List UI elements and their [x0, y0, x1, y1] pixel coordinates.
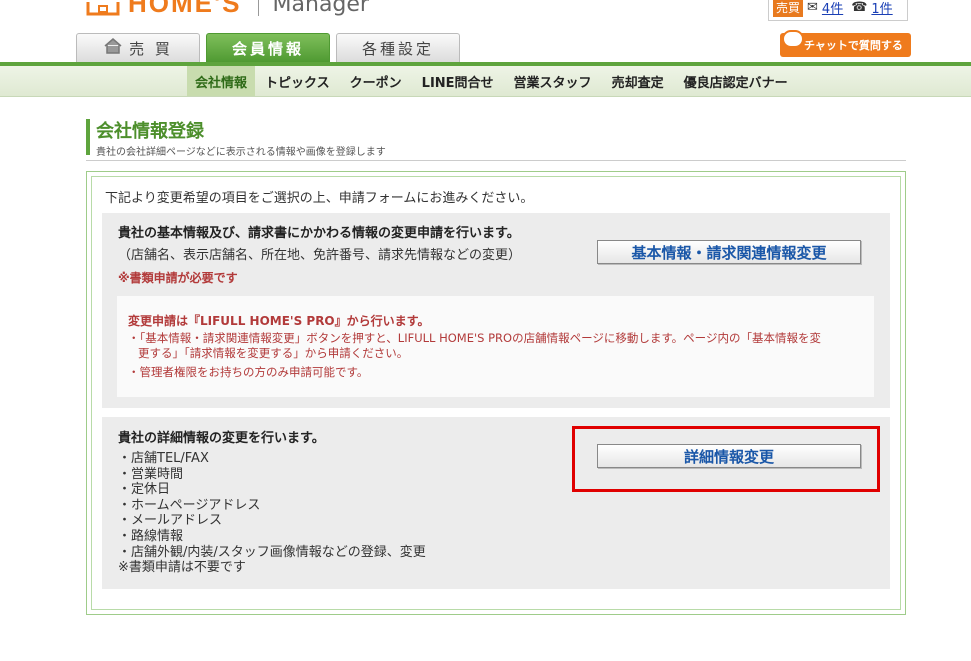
tab-sell-label: 売 買 — [129, 39, 173, 58]
phone-icon: ☎ — [851, 0, 868, 15]
basic-info-title: 貴社の基本情報及び、請求書にかかわる情報の変更申請を行います。 — [118, 226, 520, 241]
subnav-line-inquiry[interactable]: LINE問合せ — [412, 66, 504, 96]
list-item: ・定休日 — [118, 482, 171, 498]
subnav-company-info[interactable]: 会社情報 — [187, 66, 256, 96]
subnav-sales-staff[interactable]: 営業スタッフ — [504, 66, 602, 96]
sell-badge: 売買 — [773, 0, 804, 17]
notice-line-1a: ・「基本情報・請求関連情報変更」ボタンを押すと、LIFULL HOME'S PR… — [128, 331, 821, 345]
house-icon — [103, 38, 123, 58]
notice-title: 変更申請は『LIFULL HOME'S PRO』から行います。 — [128, 314, 430, 328]
list-item: ・ホームページアドレス — [118, 497, 261, 513]
heading-accent-bar — [86, 119, 90, 155]
page-heading: 会社情報登録 貴社の会社詳細ページなどに表示される情報や画像を登録します — [86, 117, 906, 161]
chat-bubble-icon — [782, 30, 804, 48]
logo-text: HOME'S — [128, 0, 242, 18]
logo-separator — [257, 0, 259, 16]
list-item: ・メールアドレス — [118, 513, 223, 529]
detail-info-title: 貴社の詳細情報の変更を行います。 — [118, 431, 325, 446]
phone-count-link[interactable]: 1件 — [871, 0, 892, 17]
list-item: ・店舗外観/内装/スタッフ画像情報などの登録、変更 — [118, 544, 426, 560]
subnav-sale-assessment[interactable]: 売却査定 — [602, 66, 674, 96]
list-item: ・店舗TEL/FAX — [118, 451, 209, 466]
tab-sell[interactable]: 売 買 — [76, 33, 200, 62]
notice-line-1b: 更する」「請求情報を変更する」から申請ください。 — [138, 346, 409, 360]
sub-navigation: 会社情報 トピックス クーポン LINE問合せ 営業スタッフ 売却査定 優良店認… — [0, 66, 971, 97]
tab-member-info-label: 会員情報 — [231, 39, 304, 58]
tab-settings[interactable]: 各種設定 — [336, 33, 460, 62]
envelope-icon: ✉ — [807, 0, 818, 15]
main-tabs: 売 買 会員情報 各種設定 — [76, 33, 466, 62]
notification-area: 売買 ✉ 4件 ☎ 1件 — [768, 0, 908, 21]
basic-billing-info-change-button[interactable]: 基本情報・請求関連情報変更 — [597, 240, 861, 264]
list-item: ・路線情報 — [118, 528, 184, 544]
subnav-coupons[interactable]: クーポン — [340, 66, 412, 96]
detail-info-note: ※書類申請は不要です — [118, 560, 246, 576]
chat-question-button[interactable]: チャットで質問する — [780, 30, 911, 57]
list-item: ・営業時間 — [118, 466, 184, 482]
detail-info-list: ・店舗TEL/FAX ・営業時間 ・定休日 ・ホームページアドレス ・メールアド… — [118, 451, 426, 576]
notice-line-2: ・管理者権限をお持ちの方のみ申請可能です。 — [128, 365, 369, 379]
logo-subtitle: Manager — [272, 0, 369, 17]
subnav-certified-banner[interactable]: 優良店認定バナー — [674, 66, 798, 96]
tab-member-info[interactable]: 会員情報 — [206, 33, 330, 62]
homes-logo[interactable]: HOME'S Manager — [86, 0, 369, 16]
tab-settings-label: 各種設定 — [361, 39, 434, 58]
house-logo-icon — [86, 0, 120, 16]
subnav-topics[interactable]: トピックス — [255, 66, 340, 96]
intro-text: 下記より変更希望の項目をご選択の上、申請フォームにお進みください。 — [105, 191, 534, 206]
basic-info-note: ※書類申請が必要です — [118, 271, 238, 285]
page-title: 会社情報登録 — [96, 121, 204, 142]
highlight-box — [572, 426, 880, 492]
mail-count-link[interactable]: 4件 — [822, 0, 843, 17]
pro-notice-box: 変更申請は『LIFULL HOME'S PRO』から行います。 ・「基本情報・請… — [117, 296, 874, 397]
basic-info-desc: （店舗名、表示店舗名、所在地、免許番号、請求先情報などの変更） — [118, 248, 522, 263]
page-subtitle: 貴社の会社詳細ページなどに表示される情報や画像を登録します — [96, 147, 386, 158]
chat-button-label: チャットで質問する — [804, 39, 903, 52]
